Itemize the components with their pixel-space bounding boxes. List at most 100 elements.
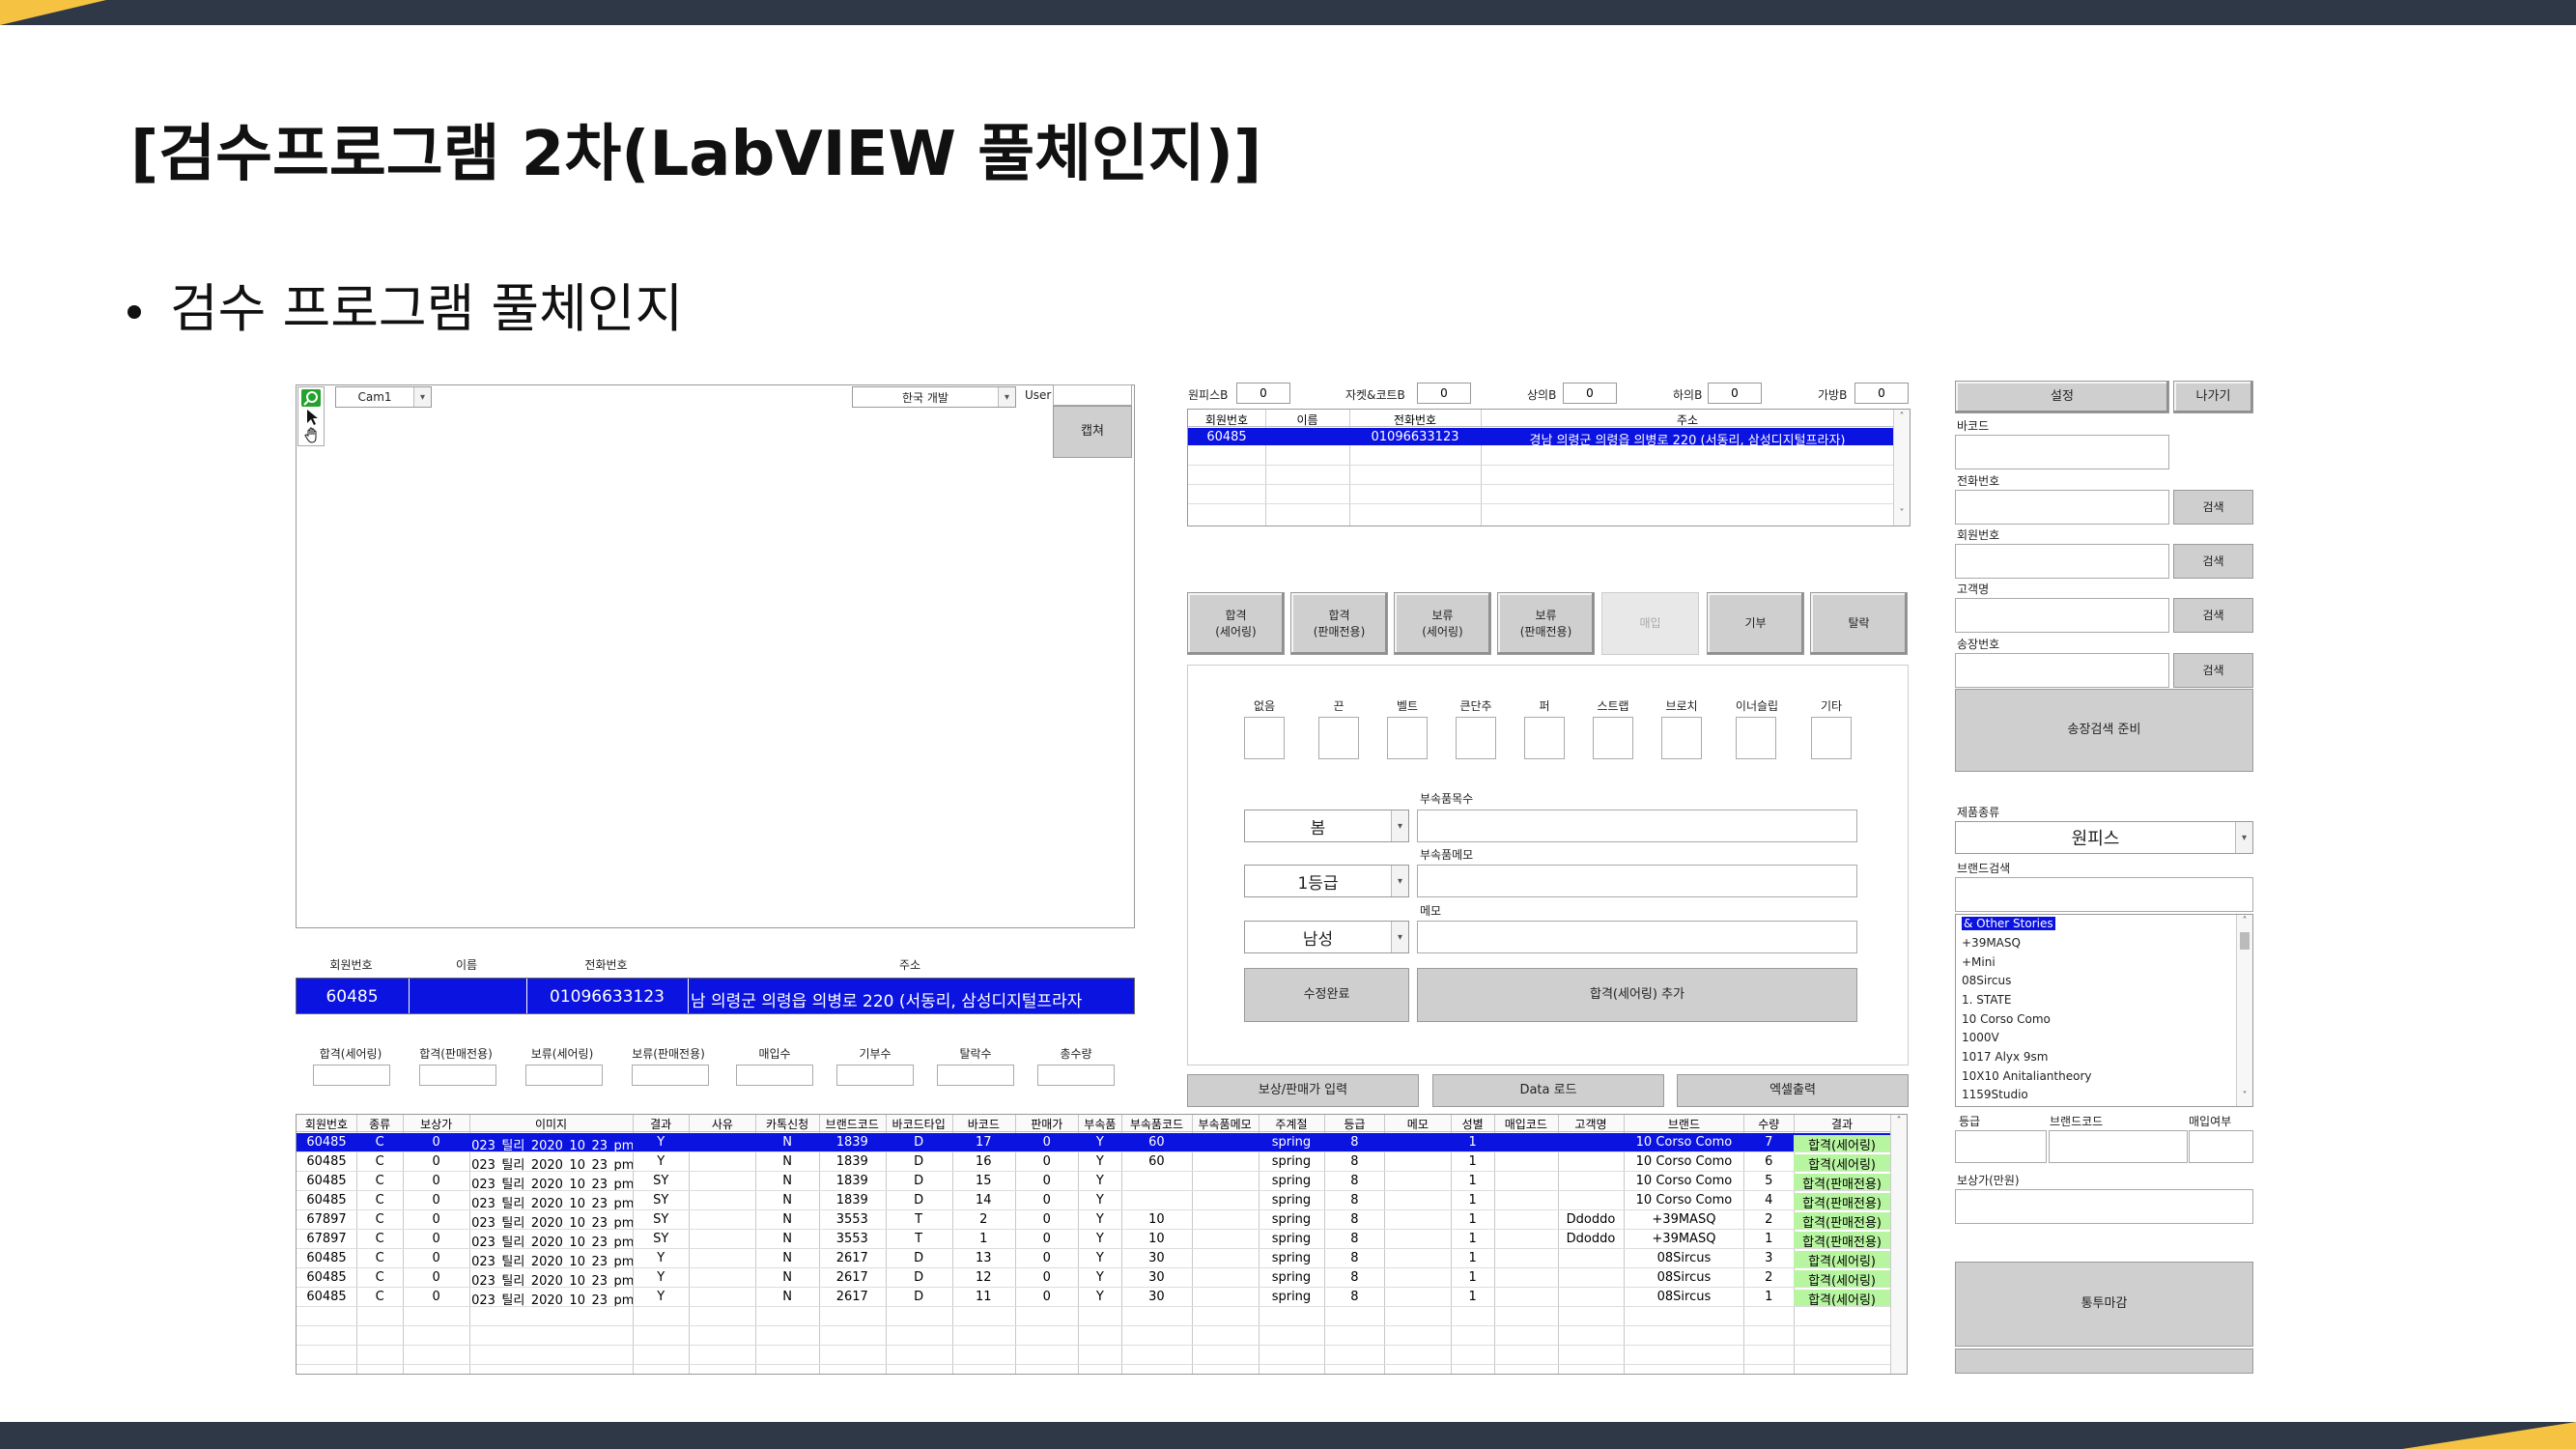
pass-share-button[interactable]: 합격 (세어링) [1187,592,1285,655]
excel-export-button[interactable]: 엑셀출력 [1677,1074,1909,1107]
brand-list-item[interactable]: 1000V [1962,1031,1999,1044]
scroll-up-icon[interactable]: ˄ [1894,412,1910,422]
brand-search-input[interactable] [1955,877,2253,912]
exit-button[interactable]: 나가기 [2173,381,2253,413]
comp-price-input-button[interactable]: 보상/판매가 입력 [1187,1074,1419,1107]
brand-list-item[interactable]: +Mini [1962,955,1996,969]
category-count[interactable]: 0 [1563,383,1617,404]
accessory-checkbox[interactable] [1387,717,1428,759]
accessory-checkbox[interactable] [1736,717,1776,759]
comp-input[interactable] [1955,1189,2253,1224]
brand-list-item[interactable]: +39MASQ [1962,936,2021,950]
purchase-input[interactable] [2189,1130,2253,1163]
camera-select[interactable]: Cam1 ▾ [335,386,432,408]
scroll-up-icon[interactable]: ˄ [2237,916,2252,926]
brand-list[interactable]: & Other Stories +39MASQ +Mini 08Sircus 1… [1955,914,2253,1107]
memo-input[interactable] [1417,921,1857,953]
reject-button[interactable]: 탈락 [1810,592,1908,655]
table-row[interactable]: 60485 C 0 023_틸리_2020_10_23_pm_2 SY N 1839 D 14 0… [297,1191,1890,1210]
pan-hand-icon[interactable] [303,427,321,444]
accessory-checkbox[interactable] [1524,717,1565,759]
member-search-button[interactable]: 검색 [2173,544,2253,579]
invoice-prep-button[interactable]: 송장검색 준비 [1955,689,2253,772]
region-select[interactable]: 한국 개발 ▾ [852,386,1016,408]
grade-input[interactable] [1955,1130,2047,1163]
table-row[interactable]: 60485 C 0 023_틸리_2020_10_23_pm_2 Y N 2617 D 12 0 Y… [297,1268,1890,1288]
member-table-scrollbar[interactable]: ˄ ˅ [1893,410,1910,526]
category-count[interactable]: 0 [1854,383,1909,404]
table-row[interactable]: 67897 C 0 023_틸리_2020_10_23_pm_2 SY N 3553 T 2 0 Y… [297,1210,1890,1230]
brand-list-item[interactable]: 1017 Alyx 9sm [1962,1050,2049,1064]
brand-list-item[interactable]: 08Sircus [1962,974,2011,987]
results-grid[interactable]: 회원번호 종류 보상가 이미지 결과 사유 카톡신청 브랜드코드 바코드타입 바코드 판매가 부속품 부… [296,1114,1908,1375]
table-row[interactable] [297,1307,1890,1326]
count-field-reject[interactable] [937,1065,1014,1086]
table-row[interactable]: 60485 C 0 023_틸리_2020_10_23_pm_2 SY N 1839 D 15 0… [297,1172,1890,1191]
user-input[interactable] [1053,384,1132,406]
accessory-checkbox[interactable] [1593,717,1633,759]
donate-button[interactable]: 기부 [1707,592,1804,655]
table-row[interactable]: 67897 C 0 023_틸리_2020_10_23_pm_2 SY N 3553 T 1 0 Y… [297,1230,1890,1249]
pointer-tool-icon[interactable] [303,409,321,426]
category-count[interactable]: 0 [1708,383,1762,404]
scroll-up-icon[interactable]: ˄ [1891,1116,1907,1126]
table-row[interactable]: 60485 C 0 023_틸리_2020_10_23_pm_2 Y N 1839 D 17 0 Y… [297,1133,1890,1152]
capture-button[interactable]: 캡쳐 [1053,406,1132,458]
season-select[interactable]: 봄 ▾ [1244,810,1409,842]
count-field-total[interactable] [1037,1065,1115,1086]
count-field-hold-share[interactable] [525,1065,603,1086]
settings-button[interactable]: 설정 [1955,381,2169,413]
acc-qty-input[interactable] [1417,810,1857,842]
grade-select[interactable]: 1등급 ▾ [1244,865,1409,897]
brand-code-input[interactable] [2049,1130,2188,1163]
purchase-button[interactable]: 매입 [1601,592,1699,655]
table-row[interactable]: 60485 C 0 023_틸리_2020_10_23_pm_2 Y N 2617 D 13 0 Y… [297,1249,1890,1268]
hold-sale-button[interactable]: 보류 (판매전용) [1497,592,1595,655]
close-shipping-button[interactable]: 통투마감 [1955,1262,2253,1347]
member-info-row[interactable]: 60485 01096633123 남 의령군 의령읍 의병로 220 (서동리… [296,978,1135,1014]
barcode-input[interactable] [1955,435,2169,469]
data-load-button[interactable]: Data 로드 [1432,1074,1664,1107]
count-field-donation[interactable] [836,1065,914,1086]
table-row[interactable] [297,1326,1890,1346]
count-field-hold-sale[interactable] [632,1065,709,1086]
brand-list-item[interactable]: 1. STATE [1962,993,2011,1007]
brand-list-item[interactable]: & Other Stories [1962,917,2055,930]
phone-search-button[interactable]: 검색 [2173,490,2253,525]
scroll-down-icon[interactable]: ˅ [2237,1091,2252,1101]
product-type-select[interactable]: 원피스 ▾ [1955,821,2253,854]
grid-scrollbar[interactable]: ˄ [1890,1115,1907,1374]
brand-list-item[interactable]: 10X10 Anitaliantheory [1962,1069,2091,1083]
brand-list-item[interactable]: 1159Studio [1962,1088,2028,1101]
accessory-checkbox[interactable] [1456,717,1496,759]
accessory-checkbox[interactable] [1811,717,1852,759]
customer-search-button[interactable]: 검색 [2173,598,2253,633]
invoice-input[interactable] [1955,653,2169,688]
gender-select[interactable]: 남성 ▾ [1244,921,1409,953]
customer-input[interactable] [1955,598,2169,633]
invoice-search-button[interactable]: 검색 [2173,653,2253,688]
add-pass-share-button[interactable]: 합격(세어링) 추가 [1417,968,1857,1022]
scroll-thumb[interactable] [2240,932,2250,950]
category-count[interactable]: 0 [1417,383,1471,404]
brand-list-item[interactable]: 10 Corso Como [1962,1012,2051,1026]
hold-share-button[interactable]: 보류 (세어링) [1394,592,1491,655]
brand-list-scrollbar[interactable]: ˄ ˅ [2236,915,2252,1106]
scroll-down-icon[interactable]: ˅ [1894,508,1910,519]
category-count[interactable]: 0 [1236,383,1290,404]
member-input[interactable] [1955,544,2169,579]
count-field-pass-share[interactable] [313,1065,390,1086]
pass-sale-button[interactable]: 합격 (판매전용) [1290,592,1388,655]
accessory-checkbox[interactable] [1318,717,1359,759]
count-field-purchase[interactable] [736,1065,813,1086]
acc-memo-input[interactable] [1417,865,1857,897]
edit-done-button[interactable]: 수정완료 [1244,968,1409,1022]
table-row[interactable] [297,1346,1890,1365]
count-field-pass-sale[interactable] [419,1065,496,1086]
accessory-checkbox[interactable] [1244,717,1285,759]
accessory-checkbox[interactable] [1661,717,1702,759]
member-table-row[interactable]: 60485 01096633123 경남 의령군 의령읍 의병로 220 (서동… [1188,428,1894,448]
zoom-tool-icon[interactable] [301,389,321,407]
table-row[interactable]: 60485 C 0 023_틸리_2020_10_23_pm_2 Y N 1839 D 16 0 Y… [297,1152,1890,1172]
phone-input[interactable] [1955,490,2169,525]
